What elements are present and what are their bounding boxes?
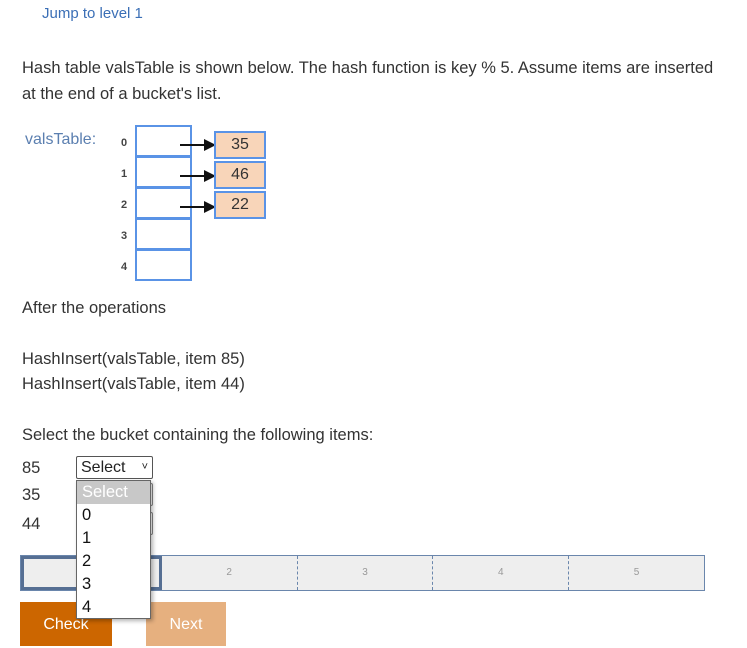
level-segment[interactable]: 4 xyxy=(432,556,568,590)
level-segment[interactable]: 2 xyxy=(162,556,297,590)
bucket-index: 0 xyxy=(120,137,128,149)
arrow-icon xyxy=(180,170,216,182)
dropdown-list[interactable]: Select 0 1 2 3 4 xyxy=(76,480,151,619)
dropdown-option[interactable]: 1 xyxy=(77,527,150,550)
bucket-index: 4 xyxy=(120,261,128,273)
row-label: 85 xyxy=(22,459,41,477)
level-segment[interactable]: 5 xyxy=(568,556,704,590)
bucket-index: 1 xyxy=(120,168,128,180)
dropdown-option[interactable]: 4 xyxy=(77,596,150,619)
question: Select the bucket containing the followi… xyxy=(22,426,374,444)
dropdown-option[interactable]: 0 xyxy=(77,504,150,527)
table-name: valsTable: xyxy=(25,131,97,148)
select-value: Select xyxy=(81,459,126,476)
row-label: 44 xyxy=(22,515,41,533)
problem-prompt: Hash table valsTable is shown below. The… xyxy=(22,59,714,103)
dropdown-option[interactable]: 3 xyxy=(77,573,150,596)
arrow-icon xyxy=(180,139,216,151)
list-item: 46 xyxy=(214,161,266,189)
jump-to-level-link[interactable]: Jump to level 1 xyxy=(42,5,143,22)
bucket-select-85[interactable]: Select ˅ xyxy=(76,456,153,479)
chevron-down-icon: ˅ xyxy=(141,461,148,473)
bucket-cell xyxy=(135,156,192,188)
list-item: 22 xyxy=(214,191,266,219)
dropdown-option[interactable]: Select xyxy=(77,481,150,504)
bucket-cell xyxy=(135,187,192,219)
bucket-cell xyxy=(135,218,192,250)
bucket-index: 2 xyxy=(120,199,128,211)
bucket-index: 3 xyxy=(120,230,128,242)
after-label: After the operations xyxy=(22,299,167,317)
bucket-cell xyxy=(135,249,192,281)
operation: HashInsert(valsTable, item 44) xyxy=(22,375,245,393)
operation: HashInsert(valsTable, item 85) xyxy=(22,350,245,368)
row-label: 35 xyxy=(22,486,41,504)
dropdown-option[interactable]: 2 xyxy=(77,550,150,573)
level-segment[interactable]: 3 xyxy=(296,556,433,590)
bucket-cell xyxy=(135,125,192,157)
list-item: 35 xyxy=(214,131,266,159)
next-button[interactable]: Next xyxy=(146,602,226,646)
arrow-icon xyxy=(180,201,216,213)
